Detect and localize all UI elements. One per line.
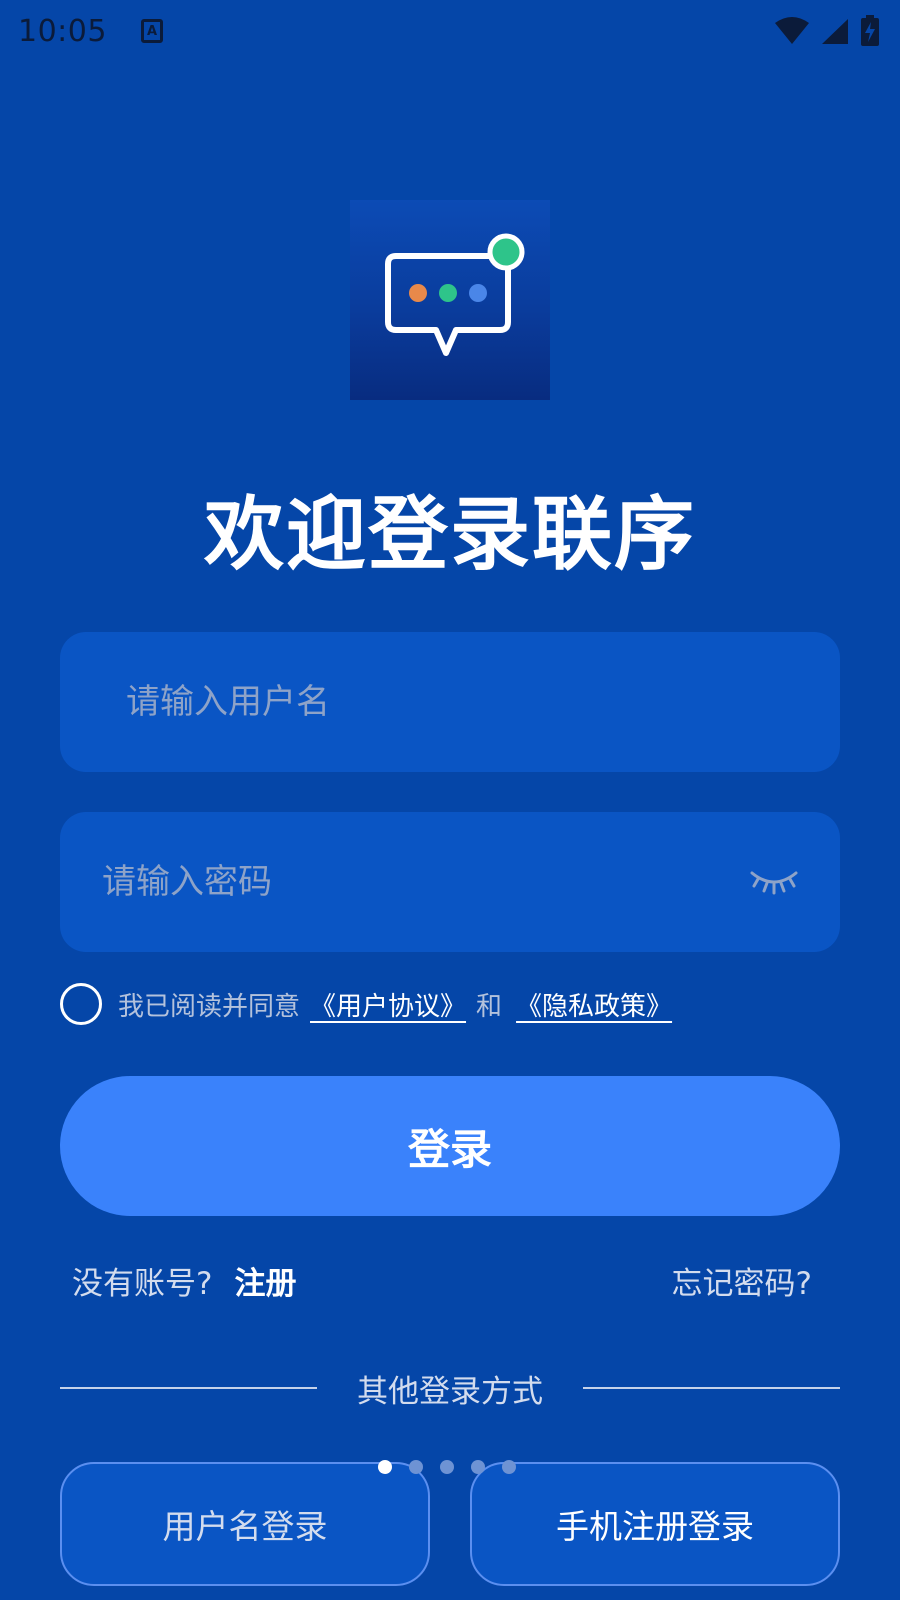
logo-badge xyxy=(487,233,525,271)
divider-line-right xyxy=(583,1387,840,1389)
page-indicator xyxy=(378,1460,516,1474)
register-prompt: 没有账号? 注册 xyxy=(72,1258,296,1303)
agreement-row: 我已阅读并同意 《用户协议》 和 《隐私政策》 xyxy=(60,982,678,1026)
other-login-divider: 其他登录方式 xyxy=(60,1366,840,1410)
logo-dot-orange xyxy=(409,284,427,302)
agreement-checkbox[interactable] xyxy=(60,983,102,1025)
status-right xyxy=(774,15,880,47)
page-dot[interactable] xyxy=(378,1460,392,1474)
wifi-icon xyxy=(775,17,809,44)
username-login-button[interactable]: 用户名登录 xyxy=(60,1462,430,1586)
page-title: 欢迎登录联序 xyxy=(204,488,696,581)
username-input[interactable] xyxy=(126,682,840,722)
status-time: 10:05 xyxy=(18,13,107,49)
status-bar: 10:05 A xyxy=(0,0,900,62)
app-logo xyxy=(350,200,550,400)
password-field[interactable] xyxy=(60,812,840,952)
forgot-password-link[interactable]: 忘记密码? xyxy=(672,1258,812,1303)
privacy-policy-link[interactable]: 《隐私政策》 xyxy=(516,986,672,1023)
username-field[interactable] xyxy=(60,632,840,772)
user-agreement-link[interactable]: 《用户协议》 xyxy=(310,986,466,1023)
password-input[interactable] xyxy=(102,862,748,902)
agreement-prefix: 我已阅读并同意 xyxy=(118,991,301,1022)
signal-icon xyxy=(822,19,848,44)
chat-bubble-icon xyxy=(385,233,525,356)
logo-dot-blue xyxy=(469,284,487,302)
register-link[interactable]: 注册 xyxy=(234,1266,296,1302)
logo-dot-green xyxy=(439,284,457,302)
page-dot[interactable] xyxy=(440,1460,454,1474)
page-dot[interactable] xyxy=(502,1460,516,1474)
account-links-row: 没有账号? 注册 忘记密码? xyxy=(72,1258,812,1303)
page-dot[interactable] xyxy=(409,1460,423,1474)
phone-register-login-button[interactable]: 手机注册登录 xyxy=(470,1462,840,1586)
divider-line-left xyxy=(60,1387,317,1389)
agreement-and: 和 xyxy=(476,991,503,1022)
battery-charging-icon xyxy=(861,15,879,46)
eye-closed-icon[interactable] xyxy=(748,867,800,897)
status-left: 10:05 A xyxy=(18,14,163,49)
no-account-text: 没有账号? xyxy=(72,1266,213,1302)
accessibility-a-icon: A xyxy=(140,19,163,43)
page-dot[interactable] xyxy=(471,1460,485,1474)
divider-text: 其他登录方式 xyxy=(357,1373,543,1410)
login-button[interactable]: 登录 xyxy=(60,1076,840,1216)
